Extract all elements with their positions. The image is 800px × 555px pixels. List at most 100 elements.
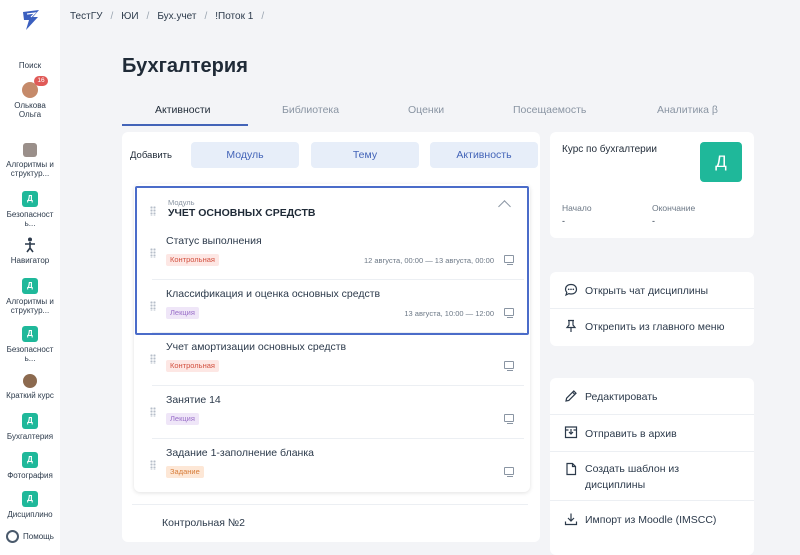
navigator-figure-icon bbox=[25, 237, 35, 253]
tab-attendance[interactable]: Посещаемость bbox=[513, 104, 586, 116]
help-button[interactable]: Помощь bbox=[6, 530, 54, 543]
avatar: 16 bbox=[22, 76, 48, 98]
course-info-card: Курс по бухгалтерии Д Начало - Окончание… bbox=[550, 132, 754, 238]
help-lifebuoy-icon bbox=[6, 530, 19, 543]
activity-item[interactable]: Задание 1-заполнение бланка Задание bbox=[150, 440, 524, 492]
action-label: Открыть чат дисциплины bbox=[585, 285, 709, 297]
module-caption: Модуль bbox=[168, 198, 195, 207]
activity-title: Задание 1-заполнение бланка bbox=[166, 447, 315, 459]
edit-action[interactable]: Редактировать bbox=[550, 378, 754, 415]
breadcrumb-item[interactable]: ТестГУ bbox=[70, 11, 102, 22]
course-image-icon bbox=[23, 374, 37, 388]
sidebar-item-photography[interactable]: Д Фотография bbox=[0, 452, 60, 480]
tab-analytics[interactable]: Аналитика β bbox=[657, 104, 718, 116]
drag-handle-icon[interactable] bbox=[150, 354, 156, 364]
activity-item[interactable]: Статус выполнения Контрольная 12 августа… bbox=[150, 228, 524, 280]
course-initial-icon: Д bbox=[22, 326, 38, 342]
activity-type-badge: Лекция bbox=[166, 413, 199, 425]
sidebar-item-label: ь... bbox=[24, 354, 36, 363]
sidebar-item-security-2[interactable]: Д Безопасност ь... bbox=[0, 326, 60, 363]
breadcrumb-item[interactable]: !Поток 1 bbox=[215, 11, 253, 22]
activity-date: 12 августа, 00:00 — 13 августа, 00:00 bbox=[363, 256, 494, 265]
university-logo-icon[interactable] bbox=[20, 8, 42, 32]
course-initial-icon: Д bbox=[22, 191, 38, 207]
activities-panel: Добавить Модуль Тему Активность Модуль У… bbox=[122, 132, 540, 542]
pencil-icon bbox=[565, 390, 577, 402]
archive-icon bbox=[564, 426, 578, 439]
drag-handle-icon[interactable] bbox=[150, 301, 156, 311]
activity-item[interactable]: Учет амортизации основных средств Контро… bbox=[150, 334, 524, 386]
drag-handle-icon[interactable] bbox=[150, 407, 156, 417]
activity-type-badge: Задание bbox=[166, 466, 204, 478]
activity-date: 13 августа, 10:00 — 12:00 bbox=[404, 309, 494, 318]
drag-handle-icon[interactable] bbox=[150, 460, 156, 470]
sidebar-item-label: ь... bbox=[24, 219, 36, 228]
end-value: - bbox=[652, 216, 655, 226]
activity-title: Классификация и оценка основных средств bbox=[166, 288, 381, 300]
breadcrumb: ТестГУ / ЮИ / Бух.учет / !Поток 1 / bbox=[70, 11, 264, 22]
sidebar-user[interactable]: 16 Олькова Ольга bbox=[0, 76, 60, 119]
sidebar-item-discipline[interactable]: Д Дисциплино bbox=[0, 491, 60, 519]
sidebar-item-algorithms-2[interactable]: Д Алгоритмы и структур... bbox=[0, 278, 60, 315]
activity-item[interactable]: Классификация и оценка основных средств … bbox=[150, 281, 524, 333]
add-topic-button[interactable]: Тему bbox=[311, 142, 419, 168]
monitor-user-icon bbox=[504, 414, 514, 424]
activity-item[interactable]: Занятие 14 Лекция bbox=[150, 387, 524, 439]
sidebar-item-label: Навигатор bbox=[10, 256, 50, 265]
sidebar-item-label: Фотография bbox=[7, 471, 53, 480]
archive-action[interactable]: Отправить в архив bbox=[550, 415, 754, 452]
notification-badge: 16 bbox=[34, 76, 48, 86]
breadcrumb-item[interactable]: Бух.учет bbox=[157, 11, 196, 22]
pin-icon bbox=[565, 319, 577, 332]
breadcrumb-item[interactable]: ЮИ bbox=[121, 11, 138, 22]
sidebar-item-accounting[interactable]: Д Бухгалтерия bbox=[0, 413, 60, 441]
module-card-collapsed[interactable]: Контрольная №2 bbox=[132, 504, 528, 542]
tab-activities[interactable]: Активности bbox=[155, 104, 211, 116]
action-label: Открепить из главного меню bbox=[585, 321, 725, 333]
activity-type-badge: Контрольная bbox=[166, 254, 219, 266]
start-value: - bbox=[562, 216, 565, 226]
add-activity-button[interactable]: Активность bbox=[430, 142, 538, 168]
monitor-user-icon bbox=[504, 361, 514, 371]
add-label: Добавить bbox=[130, 149, 172, 161]
end-label: Окончание bbox=[652, 203, 696, 213]
drag-handle-icon[interactable] bbox=[150, 248, 156, 258]
start-label: Начало bbox=[562, 203, 592, 213]
sidebar-item-navigator[interactable]: Навигатор bbox=[0, 237, 60, 265]
activity-title: Учет амортизации основных средств bbox=[166, 341, 347, 353]
sidebar-item-label: Безопасност bbox=[6, 345, 54, 354]
drag-handle-icon[interactable] bbox=[150, 206, 156, 216]
tab-library[interactable]: Библиотека bbox=[282, 104, 339, 116]
quick-actions-card: Открыть чат дисциплины Открепить из глав… bbox=[550, 272, 754, 346]
action-label: Отправить в архив bbox=[585, 428, 677, 440]
course-initial-icon: Д bbox=[22, 452, 38, 468]
action-label-line1: Создать шаблон из bbox=[585, 463, 680, 475]
tab-grades[interactable]: Оценки bbox=[408, 104, 444, 116]
sidebar-search[interactable]: Поиск bbox=[0, 61, 60, 70]
breadcrumb-separator: / bbox=[146, 11, 150, 22]
activity-type-badge: Лекция bbox=[166, 307, 199, 319]
unpin-action[interactable]: Открепить из главного меню bbox=[550, 309, 754, 346]
add-module-button[interactable]: Модуль bbox=[191, 142, 299, 168]
sidebar-item-label: структур... bbox=[10, 306, 50, 315]
module-title: УЧЕТ ОСНОВНЫХ СРЕДСТВ bbox=[168, 207, 316, 219]
active-tab-indicator bbox=[122, 124, 248, 126]
sidebar-item-label: структур... bbox=[10, 169, 50, 178]
sidebar-item-algorithms[interactable]: Алгоритмы и структур... bbox=[0, 143, 60, 178]
sidebar-item-label: Алгоритмы и bbox=[6, 297, 54, 306]
user-name-line1: Олькова bbox=[14, 101, 46, 110]
laptop-icon bbox=[504, 308, 514, 318]
open-chat-action[interactable]: Открыть чат дисциплины bbox=[550, 272, 754, 309]
create-template-action[interactable]: Создать шаблон из дисциплины bbox=[550, 452, 754, 501]
chat-icon bbox=[564, 283, 578, 297]
course-name: Курс по бухгалтерии bbox=[562, 144, 657, 155]
sidebar-item-security[interactable]: Д Безопасност ь... bbox=[0, 191, 60, 228]
sidebar-item-label: Краткий курс bbox=[6, 391, 54, 400]
sidebar-item-label: Алгоритмы и bbox=[6, 160, 54, 169]
course-actions-card: Редактировать Отправить в архив Создать … bbox=[550, 378, 754, 555]
sidebar-item-short-course[interactable]: Краткий курс bbox=[0, 374, 60, 400]
user-name-line2: Ольга bbox=[18, 110, 42, 119]
import-moodle-action[interactable]: Импорт из Moodle (IMSCC) bbox=[550, 501, 754, 538]
breadcrumb-separator: / bbox=[204, 11, 208, 22]
page-title: Бухгалтерия bbox=[122, 55, 248, 77]
